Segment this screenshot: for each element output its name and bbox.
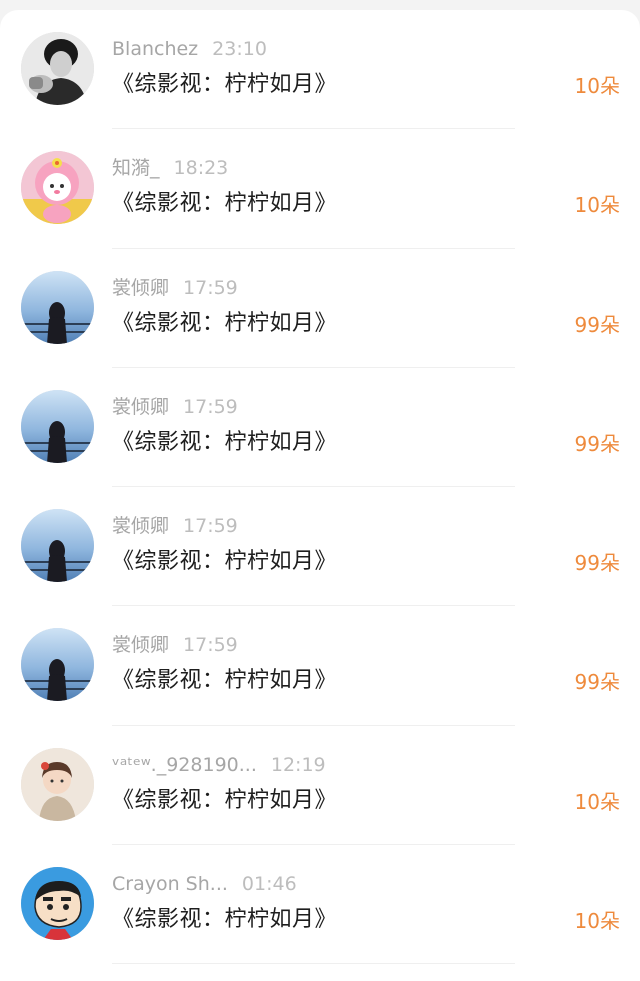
message-time: 23:10 [212,38,267,60]
row-divider [112,963,515,965]
message-text: 《综影视：柠柠如月》 [112,429,338,455]
message-row[interactable]: 裳倾卿 17:59 《综影视：柠柠如月》 99朵 [0,368,640,488]
sea-girl-icon [21,389,94,463]
baby-icon [21,747,94,821]
message-row[interactable]: 裳倾卿 17:59 《综影视：柠柠如月》 99朵 [0,249,640,368]
avatar[interactable] [21,867,94,941]
cartoon-boy-icon [21,867,94,941]
message-row[interactable]: ᵛᵃᵗᵉʷ._928190... 12:19 《综影视：柠柠如月》 10朵 [0,726,640,846]
message-time: 12:19 [270,753,326,776]
gift-count: 10朵 [574,193,620,218]
message-time: 17:59 [183,395,238,418]
message-text: 《综影视：柠柠如月》 [112,191,338,217]
message-time: 18:23 [173,157,229,180]
sender-name[interactable]: 裳倾卿 [112,632,169,658]
bw-portrait-icon [21,32,94,105]
message-row[interactable]: Crayon Sh... 01:46 《综影视：柠柠如月》 10朵 [0,845,640,965]
sender-name[interactable]: 知漪_ [112,155,160,181]
message-text: 《综影视：柠柠如月》 [112,549,338,575]
sender-name[interactable]: 裳倾卿 [112,394,169,420]
message-text: 《综影视：柠柠如月》 [112,907,338,933]
message-list: Blanchez 23:10 《综影视：柠柠如月》 10朵 知漪_ 18:23 … [0,10,640,965]
gift-count: 99朵 [574,670,620,695]
message-row[interactable]: Blanchez 23:10 《综影视：柠柠如月》 10朵 [0,10,640,130]
gift-count: 99朵 [574,551,620,576]
sea-girl-icon [21,509,94,583]
sender-name[interactable]: 裳倾卿 [112,275,169,301]
message-row[interactable]: 裳倾卿 17:59 《综影视：柠柠如月》 99朵 [0,487,640,607]
avatar[interactable] [21,389,94,463]
message-time: 17:59 [183,276,238,299]
avatar[interactable] [21,628,94,702]
message-row[interactable]: 裳倾卿 17:59 《综影视：柠柠如月》 99朵 [0,606,640,726]
sea-girl-icon [21,270,94,344]
avatar[interactable] [21,509,94,583]
sender-name[interactable]: 裳倾卿 [112,513,169,539]
sender-name[interactable]: Blanchez [112,36,198,62]
gift-count: 10朵 [574,74,620,98]
sender-name[interactable]: ᵛᵃᵗᵉʷ._928190... [112,752,257,778]
message-text: 《综影视：柠柠如月》 [112,787,338,813]
gift-count: 99朵 [574,431,620,456]
sea-girl-icon [21,628,94,702]
gift-count: 10朵 [574,909,620,934]
avatar[interactable] [21,32,94,105]
message-row[interactable]: 知漪_ 18:23 《综影视：柠柠如月》 10朵 [0,129,640,249]
message-text: 《综影视：柠柠如月》 [112,72,338,97]
message-card: Blanchez 23:10 《综影视：柠柠如月》 10朵 知漪_ 18:23 … [0,10,640,981]
gift-count: 10朵 [574,789,620,814]
message-time: 17:59 [183,515,238,538]
gift-count: 99朵 [574,312,620,337]
avatar[interactable] [21,747,94,821]
message-text: 《综影视：柠柠如月》 [112,668,338,694]
sender-name[interactable]: Crayon Sh... [112,871,228,897]
message-text: 《综影视：柠柠如月》 [112,310,338,336]
message-time: 17:59 [183,634,238,657]
message-time: 01:46 [241,873,297,896]
pink-sheep-icon [21,151,94,225]
avatar[interactable] [21,270,94,344]
avatar[interactable] [21,151,94,225]
